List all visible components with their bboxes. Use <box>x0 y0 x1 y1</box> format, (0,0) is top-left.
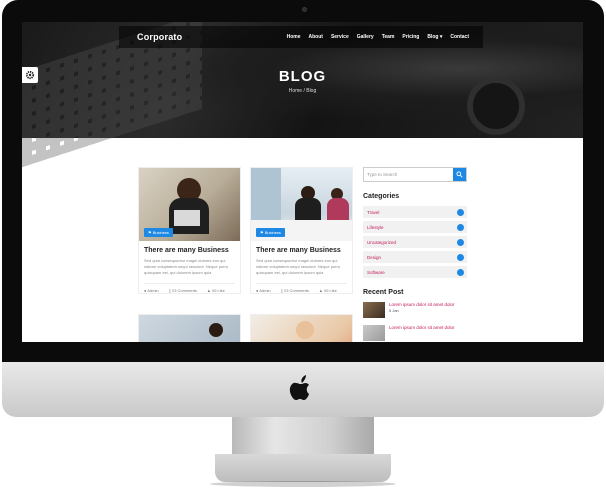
comments[interactable]: ▯ 23 Comments <box>169 288 197 293</box>
camera-icon <box>302 7 307 12</box>
comments-label: 23 Comments <box>283 288 309 293</box>
likes[interactable]: ▲ 09 Like <box>207 288 225 293</box>
recent-post-item[interactable]: Lorem ipsum dolor sit amet dolor <box>363 325 467 341</box>
nav-gallery[interactable]: Gallery <box>357 34 374 40</box>
nav-about[interactable]: About <box>308 34 322 40</box>
recent-post-item[interactable]: Lorem ipsum dolor sit amet dolor 5 Jan <box>363 302 467 318</box>
post-excerpt: Sed quia consequuntur magni dolores eos … <box>144 258 229 275</box>
category-label: Software <box>367 269 385 275</box>
category-badge[interactable]: ⚑ Business <box>256 228 285 237</box>
search-button[interactable] <box>453 168 466 181</box>
author[interactable]: ● Admin <box>144 288 159 293</box>
recent-post-thumbnail <box>363 325 385 341</box>
recent-post-link[interactable]: Lorem ipsum dolor sit amet dolor <box>389 325 455 331</box>
blog-card[interactable]: ⚑ Business There are many Business Sed q… <box>138 167 241 294</box>
author-label: Admin <box>259 288 271 293</box>
categories-title: Categories <box>363 193 400 200</box>
category-item-lifestyle[interactable]: Lifestyle <box>363 221 467 233</box>
category-label: Uncategorized <box>367 239 397 245</box>
nav-blog[interactable]: Blog ▾ <box>427 34 442 40</box>
chevron-right-icon <box>457 223 464 231</box>
search-icon <box>456 171 463 178</box>
likes-label: 09 Like <box>323 288 337 293</box>
recent-post-date: 5 Jan <box>389 308 399 313</box>
chevron-right-icon <box>457 268 464 276</box>
category-label: Design <box>367 254 382 260</box>
post-excerpt: Sed quia consequuntur magni dolores eos … <box>256 258 341 275</box>
recent-post-title: Recent Post <box>363 289 404 296</box>
screen: Corporato Home About Service Gallery Tea… <box>22 22 583 342</box>
recent-post-thumbnail <box>363 302 385 318</box>
chevron-right-icon <box>457 208 464 216</box>
page-title: BLOG <box>278 68 327 85</box>
nav-pricing[interactable]: Pricing <box>402 34 419 40</box>
nav-team[interactable]: Team <box>382 34 395 40</box>
sidebar: Type to Search Categories Travel Lifesty… <box>363 167 467 342</box>
nav-service[interactable]: Service <box>331 34 349 40</box>
post-image <box>139 315 240 342</box>
chevron-down-icon: ▾ <box>439 34 443 40</box>
category-item-software[interactable]: Software <box>363 266 467 278</box>
category-item-travel[interactable]: Travel <box>363 206 467 218</box>
stand-shadow <box>210 481 396 487</box>
monitor-neck <box>232 417 374 457</box>
likes[interactable]: ▲ 09 Like <box>319 288 337 293</box>
category-badge-label: Business <box>152 230 169 235</box>
comments[interactable]: ▯ 23 Comments <box>281 288 309 293</box>
thumbs-up-icon: ▲ <box>206 288 211 293</box>
blog-card[interactable]: ⚑ Business There are many Business Sed q… <box>250 167 353 294</box>
apple-logo-icon <box>289 375 309 400</box>
recent-post-link[interactable]: Lorem ipsum dolor sit amet dolor <box>389 302 455 308</box>
category-item-design[interactable]: Design <box>363 251 467 263</box>
post-meta: ● Admin ▯ 23 Comments ▲ 09 Like <box>144 283 235 293</box>
post-image: ⚑ Business <box>139 168 240 241</box>
chevron-right-icon <box>457 253 464 261</box>
category-badge-label: Business <box>264 230 281 235</box>
post-meta: ● Admin ▯ 23 Comments ▲ 09 Like <box>256 283 347 293</box>
category-label: Travel <box>367 209 380 215</box>
thumbs-up-icon: ▲ <box>318 288 323 293</box>
search-input[interactable]: Type to Search <box>364 168 453 181</box>
chevron-right-icon <box>457 238 464 246</box>
nav-home[interactable]: Home <box>287 34 301 40</box>
post-image: ⚑ Business <box>251 168 352 241</box>
author[interactable]: ● Admin <box>256 288 271 293</box>
category-item-uncategorized[interactable]: Uncategorized <box>363 236 467 248</box>
nav-blog-label: Blog <box>427 34 439 40</box>
blog-card[interactable] <box>250 314 353 342</box>
post-title[interactable]: There are many Business <box>144 247 235 254</box>
watch-image <box>467 77 525 135</box>
blog-card[interactable] <box>138 314 241 342</box>
nav-contact[interactable]: Contact <box>450 34 469 40</box>
author-label: Admin <box>147 288 159 293</box>
brand-logo[interactable]: Corporato <box>137 32 182 42</box>
hero-banner: Corporato Home About Service Gallery Tea… <box>22 22 583 168</box>
main-menu: Home About Service Gallery Team Pricing … <box>287 34 469 40</box>
search-form: Type to Search <box>363 167 467 182</box>
comment-icon: ▯ <box>168 288 171 293</box>
breadcrumb[interactable]: Home / Blog <box>22 88 583 94</box>
comment-icon: ▯ <box>280 288 283 293</box>
category-label: Lifestyle <box>367 224 384 230</box>
monitor-stand <box>215 454 391 482</box>
comments-label: 23 Comments <box>171 288 197 293</box>
navbar: Corporato Home About Service Gallery Tea… <box>119 26 483 48</box>
likes-label: 09 Like <box>211 288 225 293</box>
imac-mockup: Corporato Home About Service Gallery Tea… <box>0 0 606 489</box>
post-title[interactable]: There are many Business <box>256 247 347 254</box>
category-badge[interactable]: ⚑ Business <box>144 228 173 237</box>
post-image <box>251 315 352 342</box>
